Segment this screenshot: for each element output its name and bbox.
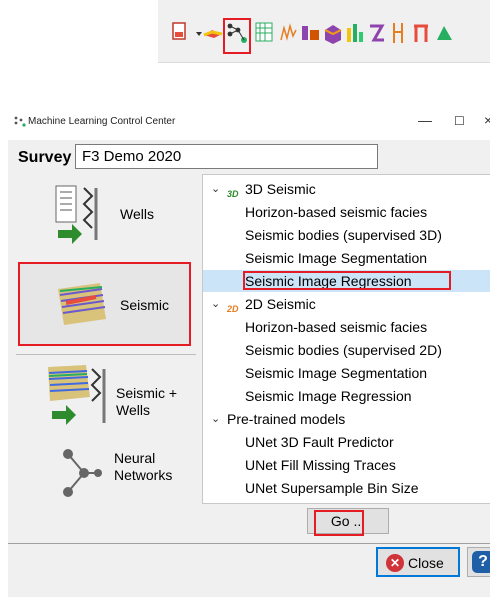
ml-control-center-dialog: Machine Learning Control Center — ☐ × Su… xyxy=(8,104,490,597)
chevron-down-icon[interactable]: ⌄ xyxy=(211,408,220,430)
tree-item-selected[interactable]: Seismic Image Regression xyxy=(203,270,490,292)
close-button[interactable]: ✕ Close xyxy=(376,547,460,577)
survey-field[interactable]: F3 Demo 2020 xyxy=(75,144,378,169)
tree-item-label: Seismic Image Segmentation xyxy=(245,365,428,381)
chevron-down-icon[interactable]: ⌄ xyxy=(211,178,220,200)
tree-group-label: Pre-trained models xyxy=(227,411,346,427)
tree-item-label: UNet Supersample Bin Size xyxy=(245,480,419,496)
tree-item-label: UNet 3D Fault Predictor xyxy=(245,434,394,450)
seismic-wells-icon xyxy=(48,365,106,425)
pillar-icon[interactable] xyxy=(410,20,432,46)
tree-item-label: Seismic bodies (supervised 2D) xyxy=(245,342,442,358)
minimize-button[interactable]: — xyxy=(418,112,432,128)
wells-grid-icon[interactable] xyxy=(254,20,276,46)
volume-icon[interactable] xyxy=(322,20,344,46)
tree-group-2d-seismic[interactable]: ⌄ 2D 2D Seismic xyxy=(203,293,490,315)
help-button[interactable]: ? xyxy=(467,547,490,577)
tree-item[interactable]: Seismic Image Regression xyxy=(203,385,490,407)
tree-item[interactable]: UNet 3D Fault Predictor xyxy=(203,431,490,453)
tree-item-label: UNet Fill Missing Traces xyxy=(245,457,396,473)
bar-icon[interactable] xyxy=(344,20,366,46)
maximize-button[interactable]: ☐ xyxy=(454,114,465,128)
help-icon: ? xyxy=(472,551,490,573)
split-icon[interactable] xyxy=(388,20,410,46)
category-wells[interactable]: Wells xyxy=(16,174,196,258)
tree-item-label: Horizon-based seismic facies xyxy=(245,319,428,335)
category-neural-networks-label: Neural Networks xyxy=(114,450,173,483)
category-neural-networks[interactable]: Neural Networks xyxy=(16,434,196,518)
category-seismic-wells[interactable]: Seismic + Wells xyxy=(16,359,196,443)
app-icon xyxy=(14,116,26,127)
tree-group-3d-seismic[interactable]: ⌄ 3D 3D Seismic xyxy=(203,178,490,200)
category-divider xyxy=(16,354,196,355)
category-seismic-wells-label: Seismic + Wells xyxy=(116,385,178,418)
tree-group-label: 3D Seismic xyxy=(245,181,316,197)
tree-item-label: Seismic Image Regression xyxy=(245,388,412,404)
workflow-tree: ⌄ 3D 3D Seismic Horizon-based seismic fa… xyxy=(202,174,490,504)
ml-icon-highlight xyxy=(223,18,251,54)
window-title: Machine Learning Control Center xyxy=(28,116,176,127)
close-button-label: Close xyxy=(408,555,444,571)
footer-divider xyxy=(8,543,490,544)
close-window-button[interactable]: × xyxy=(484,112,490,128)
category-seismic[interactable]: Seismic xyxy=(18,262,191,346)
tree-item[interactable]: Seismic Image Segmentation xyxy=(203,362,490,384)
pick-icon[interactable] xyxy=(202,20,224,46)
seismic-icon xyxy=(58,283,106,325)
tree-item[interactable]: Seismic Image Segmentation xyxy=(203,247,490,269)
attribute-icon[interactable] xyxy=(278,20,300,46)
tree-item[interactable]: Seismic bodies (supervised 2D) xyxy=(203,339,490,361)
tree-item-label: Seismic Image Segmentation xyxy=(245,250,428,266)
category-seismic-label: Seismic xyxy=(120,297,170,313)
category-wells-label: Wells xyxy=(120,206,154,222)
main-toolbar xyxy=(158,0,490,63)
selection-highlight xyxy=(243,271,451,290)
survey-label: Survey xyxy=(18,149,72,166)
wells-icon xyxy=(55,185,98,244)
tree-item[interactable]: Horizon-based seismic facies xyxy=(203,316,490,338)
tree-group-pretrained[interactable]: ⌄ Pre-trained models xyxy=(203,408,490,430)
title-bar: Machine Learning Control Center — ☐ × xyxy=(8,104,490,140)
close-icon: ✕ xyxy=(386,554,404,572)
tree-item[interactable]: UNet Supersample Bin Size xyxy=(203,477,490,499)
go-button-highlight xyxy=(314,510,364,536)
tree-item-label: Horizon-based seismic facies xyxy=(245,204,428,220)
tree-item[interactable]: UNet Fill Missing Traces xyxy=(203,454,490,476)
chevron-down-icon[interactable]: ⌄ xyxy=(211,293,220,315)
neural-network-icon xyxy=(63,449,102,497)
tree-group-label: 2D Seismic xyxy=(245,296,316,312)
tree-item[interactable]: Seismic bodies (supervised 3D) xyxy=(203,224,490,246)
flow-icon[interactable] xyxy=(366,20,388,46)
extra-icon[interactable] xyxy=(434,20,456,46)
tree-item[interactable]: Horizon-based seismic facies xyxy=(203,201,490,223)
tree-item-label: Seismic bodies (supervised 3D) xyxy=(245,227,442,243)
horizon-icon[interactable] xyxy=(300,20,322,46)
